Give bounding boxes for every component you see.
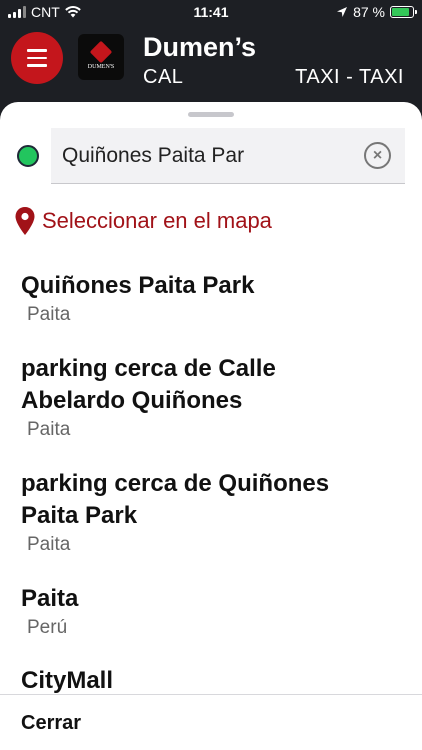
sheet-footer: Cerrar	[0, 694, 422, 750]
result-item[interactable]: CityMall	[0, 665, 134, 697]
status-right: 87 %	[336, 4, 417, 20]
hamburger-icon-line	[27, 49, 47, 52]
result-item[interactable]: parking cerca de Calle Abelardo Quiñones…	[0, 353, 297, 443]
select-on-map-label: Seleccionar en el mapa	[42, 208, 272, 233]
result-subtitle: Paita	[27, 419, 71, 440]
hamburger-icon-line	[27, 56, 47, 60]
battery-icon	[390, 6, 417, 18]
close-icon: ×	[372, 146, 383, 164]
hamburger-icon-line	[27, 64, 47, 67]
result-title: parking cerca de Calle Abelardo Quiñones	[21, 355, 276, 414]
location-arrow-icon	[337, 7, 348, 17]
result-title: CityMall	[21, 667, 114, 694]
search-box[interactable]: ×	[51, 128, 405, 184]
result-item[interactable]: Paita Perú	[0, 583, 99, 641]
close-button[interactable]: Cerrar	[21, 712, 81, 735]
result-title: Paita	[21, 585, 79, 612]
sheet-grabber[interactable]	[188, 112, 234, 117]
app-header: DUMEN'S Dumen’s CAL TAXI - TAXI	[0, 24, 422, 104]
marquee-text-left: CAL	[143, 66, 184, 88]
app-logo: DUMEN'S	[78, 34, 124, 80]
app-title: Dumen’s	[143, 32, 257, 62]
result-title: Quiñones Paita Park	[21, 272, 255, 299]
clear-search-button[interactable]: ×	[364, 142, 391, 169]
marquee-text-right: TAXI - TAXI	[295, 66, 404, 88]
result-title: parking cerca de Quiñones Paita Park	[21, 470, 330, 529]
result-item[interactable]: Quiñones Paita Park Paita	[0, 270, 275, 328]
location-pin-icon	[15, 207, 35, 235]
menu-button[interactable]	[11, 32, 63, 84]
logo-text: DUMEN'S	[87, 64, 115, 70]
origin-dot-icon	[17, 145, 39, 167]
result-item[interactable]: parking cerca de Quiñones Paita Park Pai…	[0, 468, 350, 558]
result-subtitle: Perú	[27, 617, 68, 638]
select-on-map-button[interactable]: Seleccionar en el mapa	[14, 206, 272, 236]
result-subtitle: Paita	[27, 304, 71, 325]
result-subtitle: Paita	[27, 534, 71, 555]
search-input[interactable]	[62, 142, 352, 170]
status-bar: CNT 11:41 87 %	[0, 0, 422, 24]
logo-mark-icon	[89, 40, 113, 64]
battery-fill	[392, 8, 410, 16]
battery-percent: 87 %	[353, 4, 385, 20]
search-sheet: × Seleccionar en el mapa Quiñones Paita …	[0, 102, 422, 750]
